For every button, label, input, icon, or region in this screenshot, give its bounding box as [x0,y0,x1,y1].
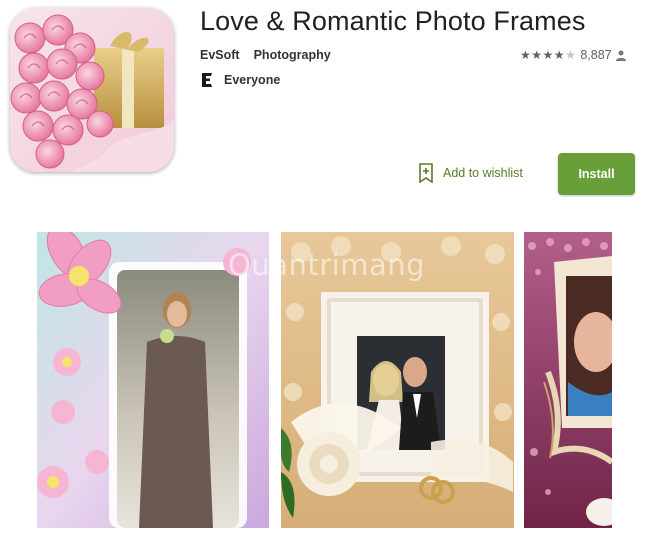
star-icon: ★ [520,48,532,62]
add-to-wishlist-button[interactable]: Add to wishlist [418,163,523,183]
bookmark-plus-icon [419,163,433,183]
review-count: 8,887 [580,48,612,62]
wishlist-label: Add to wishlist [443,166,523,180]
star-icon: ★ [553,48,566,62]
star-icon: ★ [531,48,543,62]
app-icon [10,8,174,172]
install-button[interactable]: Install [558,153,635,195]
content-rating-e-icon [202,73,212,87]
star-rating: ★★★★★ [520,48,576,62]
screenshot-3[interactable] [524,232,612,528]
star-icon: ★ [542,48,554,62]
star-icon: ★ [565,48,577,62]
app-title: Love & Romantic Photo Frames [200,6,586,36]
person-icon [615,50,626,61]
developer-link[interactable]: EvSoft [200,48,240,62]
category-link[interactable]: Photography [254,48,331,62]
rating-summary: ★★★★★ 8,887 [520,48,626,62]
screenshot-2[interactable] [281,232,514,528]
content-rating: Everyone [200,72,280,88]
content-rating-label: Everyone [224,73,281,87]
screenshot-1[interactable] [37,232,269,528]
app-meta: EvSoft Photography [200,48,331,62]
